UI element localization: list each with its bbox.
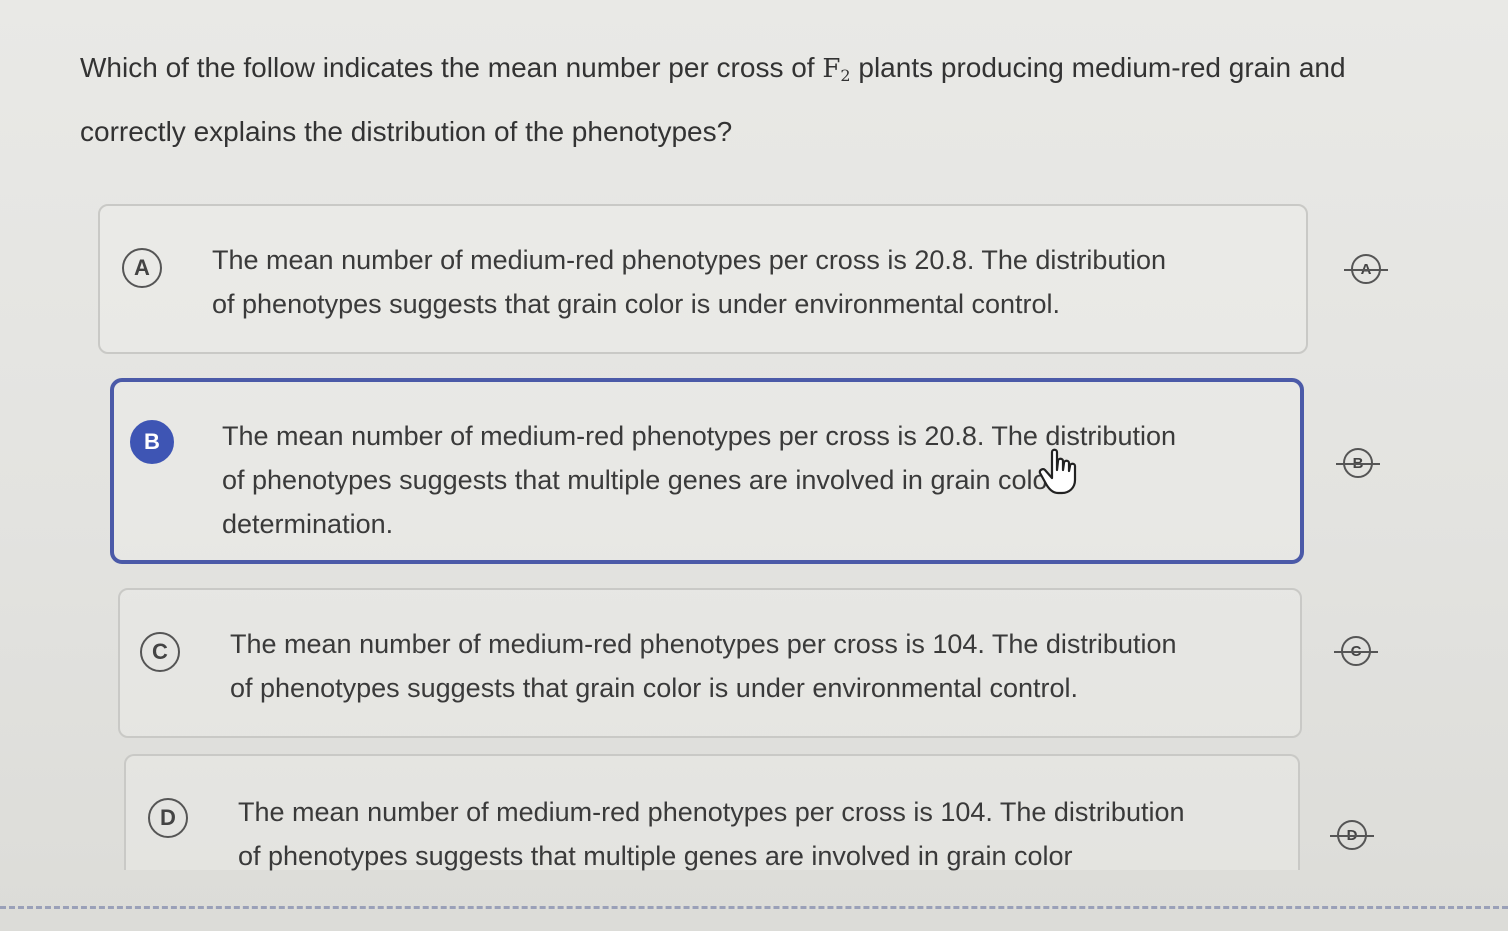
- option-b-line-1: The mean number of medium-red phenotypes…: [222, 421, 1176, 451]
- option-c-line-2: of phenotypes suggests that grain color …: [230, 673, 1078, 703]
- hand-pointer-icon: [1038, 448, 1077, 495]
- question-line-2: correctly explains the distribution of t…: [80, 116, 733, 147]
- option-c-line-1: The mean number of medium-red phenotypes…: [230, 629, 1177, 659]
- answer-option-b[interactable]: B The mean number of medium-red phenotyp…: [110, 378, 1304, 564]
- answer-option-c[interactable]: C The mean number of medium-red phenotyp…: [118, 588, 1302, 738]
- strike-line: [1336, 463, 1380, 465]
- question-line-1: Which of the follow indicates the mean n…: [80, 40, 1400, 104]
- option-d-line-1: The mean number of medium-red phenotypes…: [238, 797, 1185, 827]
- option-letter-b: B: [130, 420, 174, 464]
- strike-line: [1344, 269, 1388, 271]
- option-d-text: The mean number of medium-red phenotypes…: [238, 790, 1185, 878]
- option-c-text: The mean number of medium-red phenotypes…: [230, 622, 1177, 710]
- strike-line: [1334, 651, 1378, 653]
- question-text-end: plants producing medium-red grain and: [858, 52, 1346, 83]
- eliminate-option-b-button[interactable]: B: [1330, 446, 1386, 480]
- eliminate-option-d-button[interactable]: D: [1324, 818, 1380, 852]
- question-stem: Which of the follow indicates the mean n…: [80, 40, 1400, 160]
- answer-option-d[interactable]: D The mean number of medium-red phenotyp…: [124, 754, 1300, 871]
- eliminate-option-a-button[interactable]: A: [1338, 252, 1394, 286]
- option-a-line-1: The mean number of medium-red phenotypes…: [212, 245, 1166, 275]
- option-b-line-3: determination.: [222, 509, 394, 539]
- option-a-line-2: of phenotypes suggests that grain color …: [212, 289, 1060, 319]
- question-text-start: Which of the follow indicates the mean n…: [80, 52, 815, 83]
- strike-line: [1330, 835, 1374, 837]
- option-a-text: The mean number of medium-red phenotypes…: [212, 238, 1166, 326]
- option-letter-d: D: [148, 798, 188, 838]
- bottom-divider: [0, 906, 1508, 909]
- option-b-text: The mean number of medium-red phenotypes…: [222, 414, 1176, 546]
- option-d-line-2: of phenotypes suggests that multiple gen…: [238, 841, 1073, 871]
- eliminate-option-c-button[interactable]: C: [1328, 634, 1384, 668]
- generation-symbol: F2: [822, 54, 851, 85]
- option-letter-a: A: [122, 248, 162, 288]
- answer-option-a[interactable]: A The mean number of medium-red phenotyp…: [98, 204, 1308, 354]
- option-b-line-2: of phenotypes suggests that multiple gen…: [222, 465, 1057, 495]
- generation-subscript: 2: [840, 66, 851, 85]
- option-letter-c: C: [140, 632, 180, 672]
